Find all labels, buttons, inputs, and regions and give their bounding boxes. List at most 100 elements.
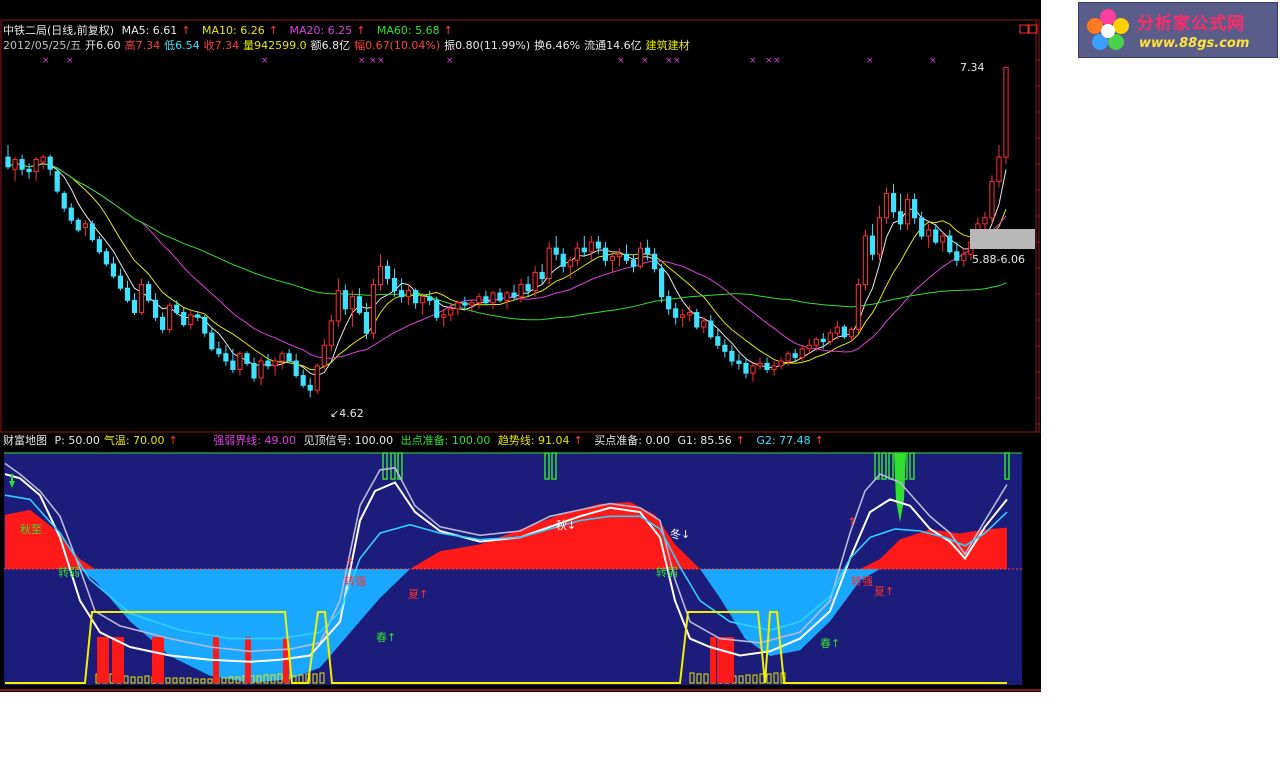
candle [405,284,412,306]
date-label: 2012/05/25/五 [3,39,82,52]
candle-body [609,256,616,261]
candle-body [19,159,25,170]
candle-body [546,247,552,279]
candle [581,236,587,257]
candle [103,248,110,267]
candle-body [687,311,693,316]
signal-star-mark: × [749,56,757,66]
candle-body [188,314,194,326]
signal-star-mark: × [66,56,74,66]
candle [174,300,180,315]
sector-label[interactable]: 建筑建材 [646,39,690,52]
price-header: 中铁二局(日线,前复权) MA5: 6.61 ↑ MA10: 6.26 ↑ MA20… [3,24,461,38]
candle-body [778,360,784,367]
candle-body [321,344,327,367]
buy-signal-bar [710,637,716,683]
flower-logo-icon [1087,9,1129,50]
candle [729,345,735,366]
season-label-xia: 夏↑ [408,588,428,601]
candle [434,296,440,321]
candle-body [420,296,426,304]
candle [110,256,117,279]
candle [138,278,145,315]
candle-body [398,290,405,298]
low-label: 低6.54 [164,39,200,52]
ma10-label: MA10: 6.26 ↑ [202,24,278,37]
signal-star-mark: × [773,56,781,66]
candle-body [623,253,630,261]
candle [342,284,348,315]
candle-body [750,365,756,374]
candle-body [174,304,180,313]
candle [314,363,320,394]
candle-body [926,229,932,237]
candle [954,242,960,267]
signal-star-mark: × [866,56,874,66]
ma20-label: MA20: 6.25 ↑ [289,24,366,37]
candle-body [26,168,32,173]
candle [216,341,222,358]
ma5-label: MA5: 6.61 ↑ [121,24,191,37]
candle [869,223,876,261]
season-label-xia: 夏↑ [874,585,894,598]
candle-body [110,263,117,277]
candle [230,348,236,374]
candle-body [890,193,897,213]
logo-url: www.88gs.com [1139,36,1250,51]
candle-body [370,284,377,334]
candle-body [940,235,946,243]
indicator-name[interactable]: 财富地图 [3,434,47,447]
signal-star-mark: × [617,56,625,66]
candle-body [560,253,566,267]
candle [391,268,398,297]
trend-line-value: 趋势线: 91.04 ↑ [497,434,583,447]
window-restore-icon[interactable] [1019,24,1029,34]
candle-body [349,296,355,310]
candle [504,290,510,309]
buy-prep-value: 买点准备: 0.00 [594,434,670,447]
candle [750,363,756,382]
temp-value: 气温: 70.00 ↑ [103,434,178,447]
season-label-zhuanruo: 转弱 [58,565,80,579]
site-logo[interactable]: 分析家公式网 www.88gs.com [1078,2,1278,58]
candle-body [637,247,644,267]
stock-chart-window: × × × × × × × × × × × × × × × × 7.34 ↙4.62 5.88-6.06 ↑ ↑ 秋至 转弱… [0,0,1041,692]
candle [258,357,264,386]
candle [947,229,953,255]
candle [532,266,538,297]
candle-body [68,207,74,221]
candle [293,353,299,379]
ma60-label: MA60: 5.68 ↑ [376,24,453,37]
candle-body [272,360,278,367]
candle-body [152,299,159,318]
candle-body [483,296,489,304]
candlestick-chart[interactable]: × × × × × × × × × × × × × × × × 7.34↙4.625.88-6.06↑↑秋至转弱… [0,0,1041,692]
down-arrow-stem [11,474,13,482]
candle-body [490,292,496,304]
candle-body [377,265,384,286]
candle-body [539,271,545,279]
candle-body [265,360,271,367]
candle-body [61,193,67,209]
g1-value: G1: 85.56 ↑ [677,434,745,447]
candle-body [12,159,18,170]
volume-label: 量942599.0 [243,39,307,52]
candle [349,290,355,328]
change-label: 幅0.67(10.04%) [354,39,441,52]
candle [96,236,102,255]
candle [61,191,67,212]
candle [673,302,679,325]
candle [47,154,53,176]
candle-body [659,268,665,298]
close-label: 收7.34 [203,39,240,52]
candle-body [933,229,939,243]
signal-star-mark: × [665,56,673,66]
candle-body [616,253,623,258]
candle-body [251,362,257,379]
candle [602,242,609,267]
candle-body [715,336,721,346]
candle-body [567,259,573,267]
candle-body [954,251,960,261]
candle [427,290,433,306]
candle-body [117,275,124,289]
